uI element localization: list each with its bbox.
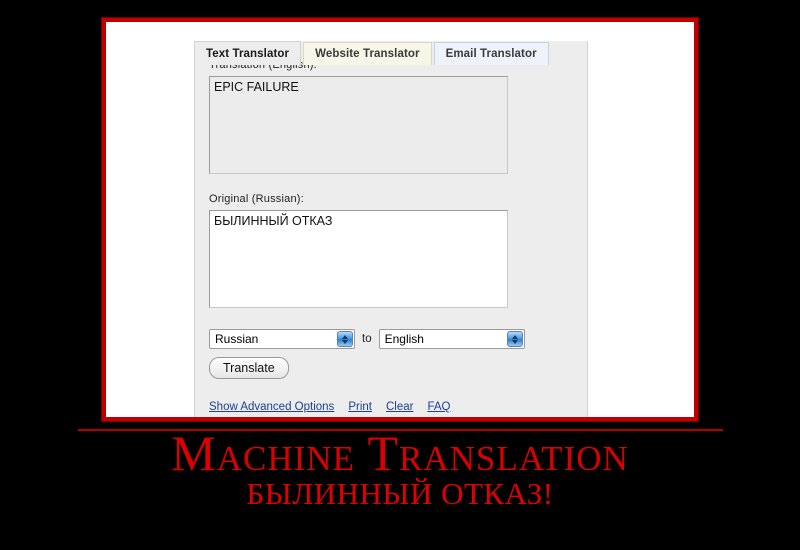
target-language-stepper-icon[interactable] [506, 331, 523, 347]
chevron-down-icon [511, 339, 518, 344]
tab-email-translator-label: Email Translator [445, 48, 537, 60]
translate-button[interactable]: Translate [209, 357, 289, 379]
target-language-value: English [384, 332, 424, 346]
target-language-select[interactable]: English [378, 329, 525, 349]
tab-text-translator[interactable]: Text Translator [194, 41, 302, 65]
show-advanced-options-link[interactable]: Show Advanced Options [209, 401, 334, 413]
original-input-textarea[interactable] [209, 210, 508, 308]
tab-website-translator-label: Website Translator [315, 48, 420, 60]
chevron-up-icon [511, 334, 518, 339]
poster-title: Machine Translation [171, 425, 629, 481]
screenshot-red-frame: Text Translator Website Translator Email… [101, 17, 699, 422]
poster-subtitle: БЫЛИННЫЙ ОТКАЗ! [246, 476, 554, 511]
language-selection-row: Russian to English [209, 329, 587, 349]
form-spacer [209, 179, 587, 193]
tab-text-translator-label: Text Translator [206, 47, 290, 60]
print-link[interactable]: Print [348, 401, 372, 413]
translator-tab-bar: Text Translator Website Translator Email… [194, 41, 551, 65]
chevron-up-icon [342, 334, 348, 339]
tab-email-translator[interactable]: Email Translator [433, 42, 549, 65]
translation-output-textarea[interactable] [209, 76, 508, 174]
screenshot-content: Text Translator Website Translator Email… [106, 22, 694, 417]
source-language-stepper-icon[interactable] [337, 331, 353, 347]
tab-website-translator[interactable]: Website Translator [303, 42, 432, 65]
translate-button-label: Translate [223, 361, 275, 375]
faq-link[interactable]: FAQ [427, 401, 450, 413]
source-language-select[interactable]: Russian [209, 329, 355, 349]
chevron-down-icon [342, 339, 348, 344]
action-links-row: Show Advanced Options Print Clear FAQ [209, 401, 587, 413]
language-joiner-label: to [362, 333, 372, 345]
clear-link[interactable]: Clear [386, 401, 413, 413]
original-label: Original (Russian): [209, 193, 304, 205]
demotivational-poster: Text Translator Website Translator Email… [0, 0, 800, 550]
translator-panel: Translation (English): Original (Russian… [194, 41, 588, 417]
translator-form: Translation (English): Original (Russian… [195, 41, 587, 417]
source-language-value: Russian [215, 332, 259, 346]
